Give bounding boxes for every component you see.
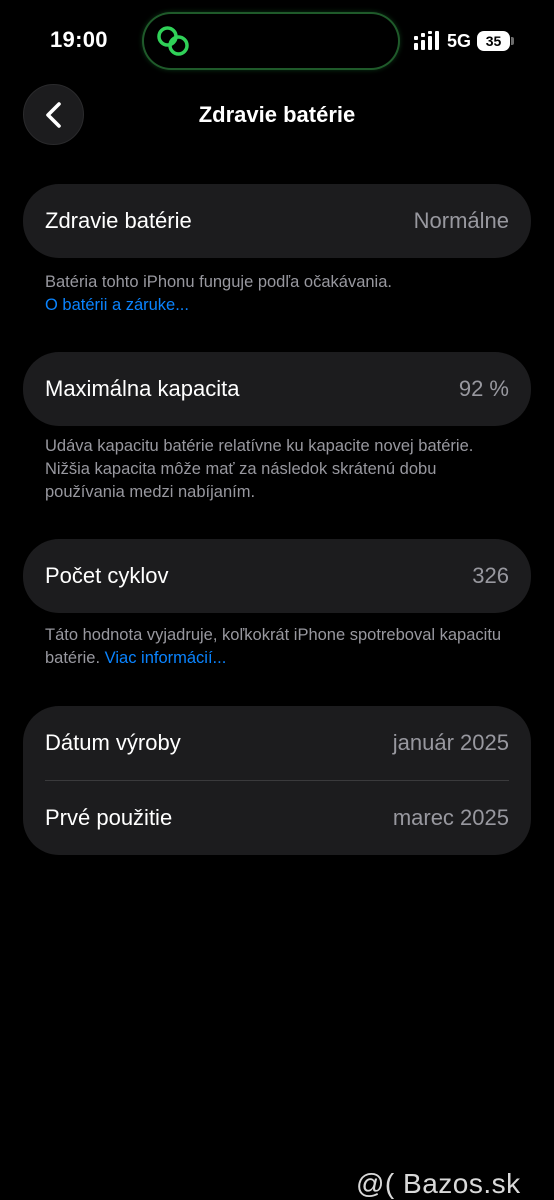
cycle-count-value: 326 <box>472 563 509 588</box>
battery-icon: 35 <box>477 31 515 51</box>
max-capacity-note: Udáva kapacitu batérie relatívne ku kapa… <box>45 437 474 501</box>
first-use-label: Prvé použitie <box>45 805 173 830</box>
cycle-count-card: Počet cyklov 326 <box>23 539 531 613</box>
more-info-link[interactable]: Viac informácií... <box>105 649 227 667</box>
cycle-count-row: Počet cyklov 326 <box>23 539 531 613</box>
battery-warranty-link[interactable]: O batérii a záruke... <box>45 296 189 314</box>
max-capacity-value: 92 % <box>458 376 509 401</box>
status-time: 19:00 <box>50 27 108 52</box>
bazos-watermark: @( Bazos.sk <box>356 1168 521 1199</box>
battery-health-note-text: Batéria tohto iPhonu funguje podľa očaká… <box>45 273 392 291</box>
battery-health-note: Batéria tohto iPhonu funguje podľa očaká… <box>45 271 515 317</box>
dynamic-island[interactable] <box>144 14 398 68</box>
manufacture-date-value: január 2025 <box>392 730 509 755</box>
max-capacity-card: Maximálna kapacita 92 % <box>23 352 531 426</box>
battery-health-row: Zdravie batérie Normálne <box>23 184 531 258</box>
first-use-value: marec 2025 <box>392 805 509 830</box>
cellular-signal-icon <box>414 31 439 50</box>
battery-health-value: Normálne <box>413 208 509 233</box>
link-rings-icon <box>157 26 189 56</box>
cycle-count-label: Počet cyklov <box>45 563 169 588</box>
max-capacity-label: Maximálna kapacita <box>45 376 240 401</box>
battery-health-label: Zdravie batérie <box>45 208 192 233</box>
manufacture-date-label: Dátum výroby <box>45 730 181 755</box>
dates-card: Dátum výroby január 2025 Prvé použitie m… <box>23 706 531 855</box>
cycle-count-note: Táto hodnota vyjadruje, koľkokrát iPhone… <box>45 624 515 670</box>
first-use-row: Prvé použitie marec 2025 <box>23 781 531 855</box>
battery-level: 35 <box>477 31 510 51</box>
network-type: 5G <box>447 31 472 51</box>
max-capacity-row: Maximálna kapacita 92 % <box>23 352 531 426</box>
battery-health-card: Zdravie batérie Normálne <box>23 184 531 258</box>
page-title: Zdravie batérie <box>198 102 356 127</box>
manufacture-date-row: Dátum výroby január 2025 <box>23 706 531 780</box>
